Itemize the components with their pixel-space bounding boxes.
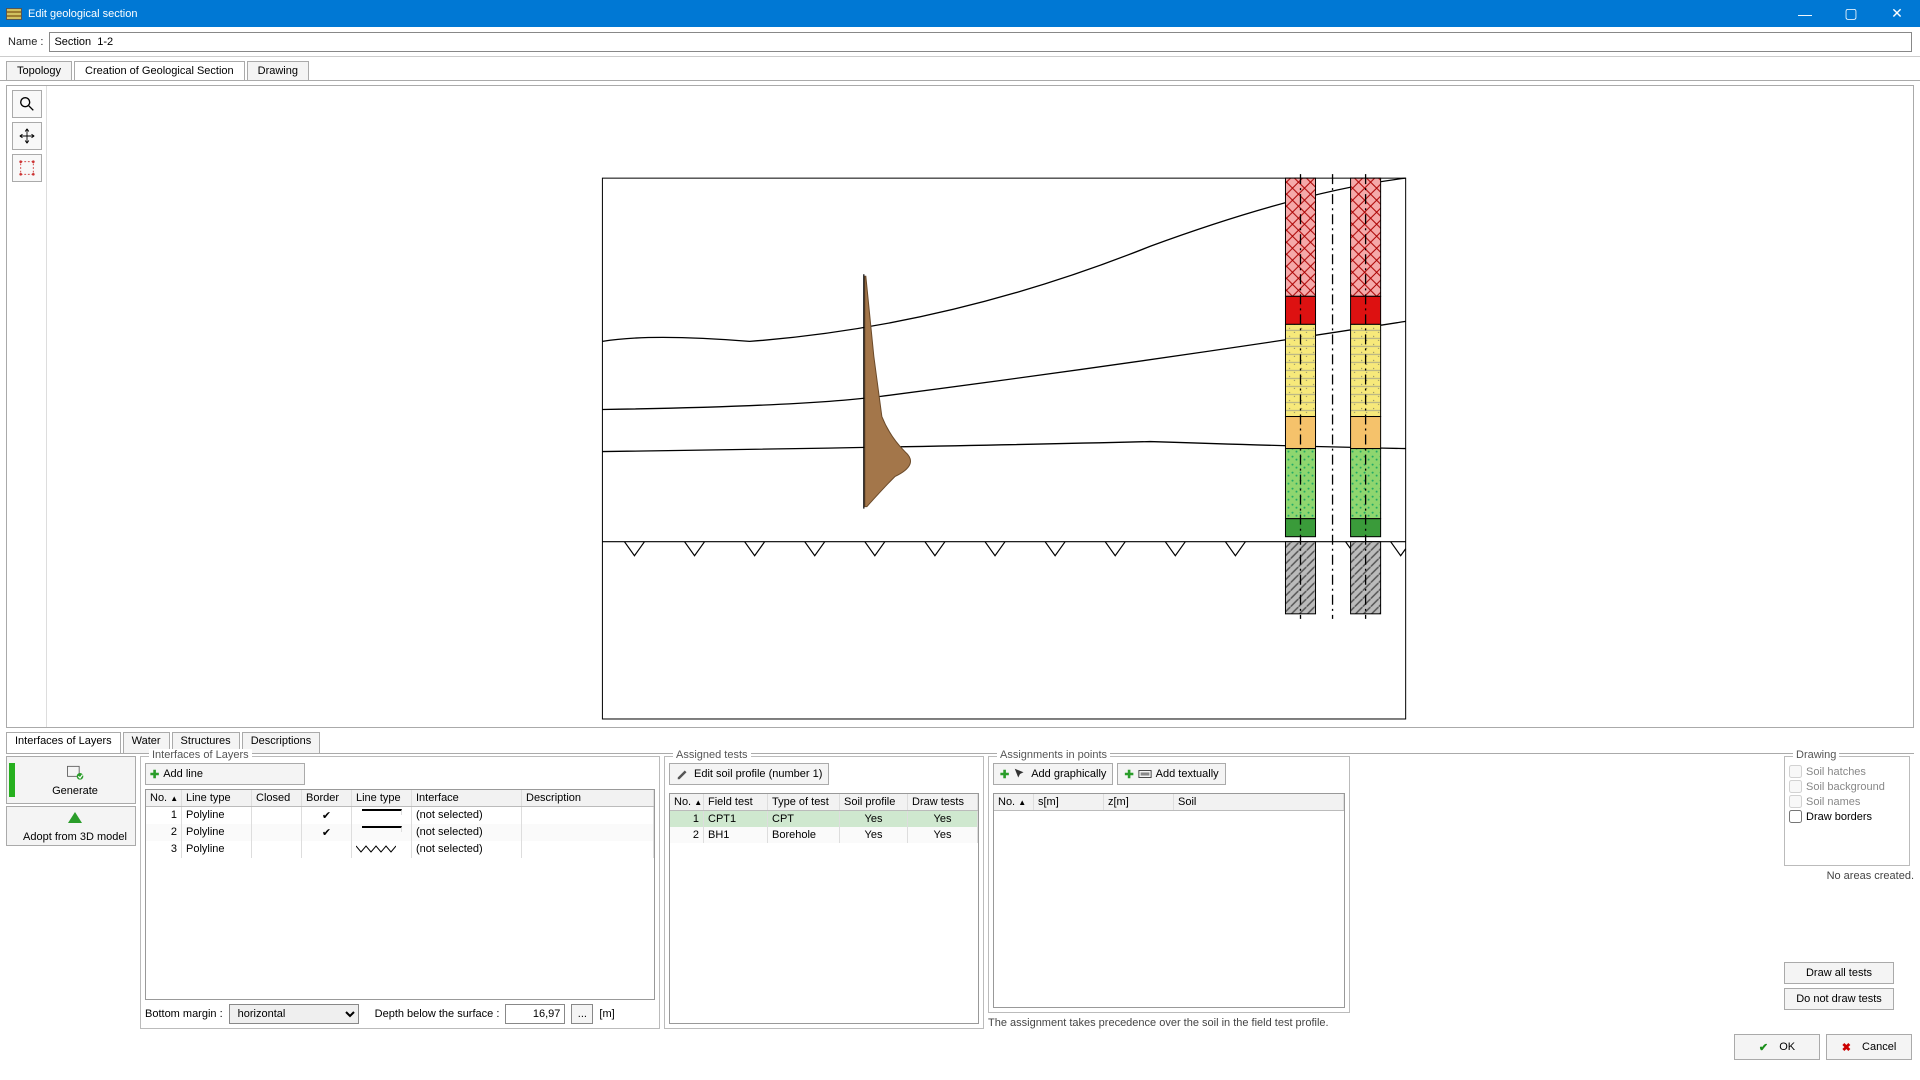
chk-draw-borders[interactable]: Draw borders [1789, 810, 1905, 823]
keyboard-icon [1138, 767, 1152, 781]
assigned-tests-panel: Assigned tests Edit soil profile (number… [664, 756, 984, 1029]
acol-no[interactable]: No. ▲ [670, 794, 704, 810]
dialog-footer: ✔ OK ✖ Cancel [0, 1029, 1920, 1065]
plus-icon: ✚ [1000, 768, 1009, 781]
acol-fieldtest[interactable]: Field test [704, 794, 768, 810]
cancel-button[interactable]: ✖ Cancel [1826, 1034, 1912, 1060]
name-row: Name : [0, 27, 1920, 57]
generate-button[interactable]: Generate [6, 756, 136, 804]
pcol-no[interactable]: No. ▲ [994, 794, 1034, 810]
canvas-toolbar [7, 86, 47, 727]
lower-panel: Interfaces of Layers Water Structures De… [6, 732, 1914, 1029]
left-action-column: Generate Adopt from 3D model [6, 756, 136, 1029]
col-closed[interactable]: Closed [252, 790, 302, 806]
edit-soil-profile-button[interactable]: Edit soil profile (number 1) [669, 763, 829, 785]
assigned-table[interactable]: No. ▲ Field test Type of test Soil profi… [669, 793, 979, 1024]
canvas-area [6, 85, 1914, 728]
interfaces-table[interactable]: No. ▲ Line type Closed Border Line type … [145, 789, 655, 1000]
acol-soilprofile[interactable]: Soil profile [840, 794, 908, 810]
cursor-icon [1013, 767, 1027, 781]
adopt-icon [65, 809, 85, 829]
tab-drawing[interactable]: Drawing [247, 61, 309, 80]
window-title: Edit geological section [28, 8, 1782, 20]
ok-button[interactable]: ✔ OK [1734, 1034, 1820, 1060]
drawing-title: Drawing [1793, 749, 1839, 761]
plus-icon: ✚ [1124, 768, 1133, 781]
adopt-label: Adopt from 3D model [23, 831, 127, 843]
titlebar: Edit geological section — ▢ ✕ [0, 0, 1920, 27]
pcol-soil[interactable]: Soil [1174, 794, 1344, 810]
generate-label: Generate [52, 785, 98, 797]
add-textually-button[interactable]: ✚ Add textually [1117, 763, 1225, 785]
subtab-interfaces[interactable]: Interfaces of Layers [6, 732, 121, 753]
col-description[interactable]: Description [522, 790, 654, 806]
table-row[interactable]: 2Polyline✔(not selected) [146, 824, 654, 841]
pan-tool[interactable] [12, 122, 42, 150]
maximize-button[interactable]: ▢ [1828, 0, 1874, 27]
col-linetype2[interactable]: Line type [352, 790, 412, 806]
assigned-title: Assigned tests [673, 749, 751, 761]
do-not-draw-tests-button[interactable]: Do not draw tests [1784, 988, 1894, 1010]
points-panel: Assignments in points ✚ Add graphically … [988, 756, 1350, 1029]
name-input[interactable] [49, 32, 1912, 52]
depth-input[interactable] [505, 1004, 565, 1024]
extents-icon [18, 159, 36, 177]
col-linetype[interactable]: Line type [182, 790, 252, 806]
bottom-margin-select[interactable]: horizontal [229, 1004, 359, 1024]
name-label: Name : [8, 36, 43, 48]
table-row[interactable]: 2BH1BoreholeYesYes [670, 827, 978, 843]
pcol-s[interactable]: s[m] [1034, 794, 1104, 810]
points-table[interactable]: No. ▲ s[m] z[m] Soil [993, 793, 1345, 1008]
tab-topology[interactable]: Topology [6, 61, 72, 80]
draw-all-tests-button[interactable]: Draw all tests [1784, 962, 1894, 984]
depth-unit: [m] [599, 1008, 614, 1020]
sub-tab-bar: Interfaces of Layers Water Structures De… [6, 732, 1914, 754]
generate-icon [65, 763, 85, 783]
chk-soil-names: Soil names [1789, 795, 1905, 808]
col-border[interactable]: Border [302, 790, 352, 806]
depth-browse-button[interactable]: ... [571, 1004, 593, 1024]
extents-tool[interactable] [12, 154, 42, 182]
tab-creation[interactable]: Creation of Geological Section [74, 61, 245, 80]
section-canvas[interactable] [47, 86, 1913, 727]
chk-soil-background: Soil background [1789, 780, 1905, 793]
plus-icon: ✚ [150, 768, 159, 781]
no-areas-message: No areas created. [1784, 870, 1914, 882]
col-no[interactable]: No. ▲ [146, 790, 182, 806]
adopt-button[interactable]: Adopt from 3D model [6, 806, 136, 846]
acol-type[interactable]: Type of test [768, 794, 840, 810]
table-row[interactable]: 1CPT1CPTYesYes [670, 811, 978, 827]
app-icon [6, 8, 22, 20]
minimize-button[interactable]: — [1782, 0, 1828, 27]
iol-group-title: Interfaces of Layers [149, 749, 252, 761]
add-line-button[interactable]: ✚ Add line [145, 763, 305, 785]
close-button[interactable]: ✕ [1874, 0, 1920, 27]
add-graphically-button[interactable]: ✚ Add graphically [993, 763, 1113, 785]
drawing-panel-wrap: Drawing Soil hatches Soil background Soi… [1354, 756, 1914, 1029]
points-note: The assignment takes precedence over the… [988, 1017, 1350, 1029]
subtab-descriptions[interactable]: Descriptions [242, 732, 321, 753]
table-row[interactable]: 3Polyline(not selected) [146, 841, 654, 858]
chk-soil-hatches: Soil hatches [1789, 765, 1905, 778]
table-row[interactable]: 1Polyline✔(not selected) [146, 807, 654, 824]
add-line-label: Add line [163, 768, 203, 780]
edit-icon [676, 767, 690, 781]
depth-label: Depth below the surface : [375, 1008, 500, 1020]
pan-icon [18, 127, 36, 145]
zoom-tool[interactable] [12, 90, 42, 118]
iol-bottom-row: Bottom margin : horizontal Depth below t… [145, 1004, 655, 1024]
col-interface[interactable]: Interface [412, 790, 522, 806]
acol-drawtests[interactable]: Draw tests [908, 794, 978, 810]
points-title: Assignments in points [997, 749, 1110, 761]
bottom-margin-label: Bottom margin : [145, 1008, 223, 1020]
interfaces-panel: Interfaces of Layers ✚ Add line No. ▲ Li… [140, 756, 660, 1029]
zoom-icon [18, 95, 36, 113]
top-tab-bar: Topology Creation of Geological Section … [0, 57, 1920, 81]
pcol-z[interactable]: z[m] [1104, 794, 1174, 810]
